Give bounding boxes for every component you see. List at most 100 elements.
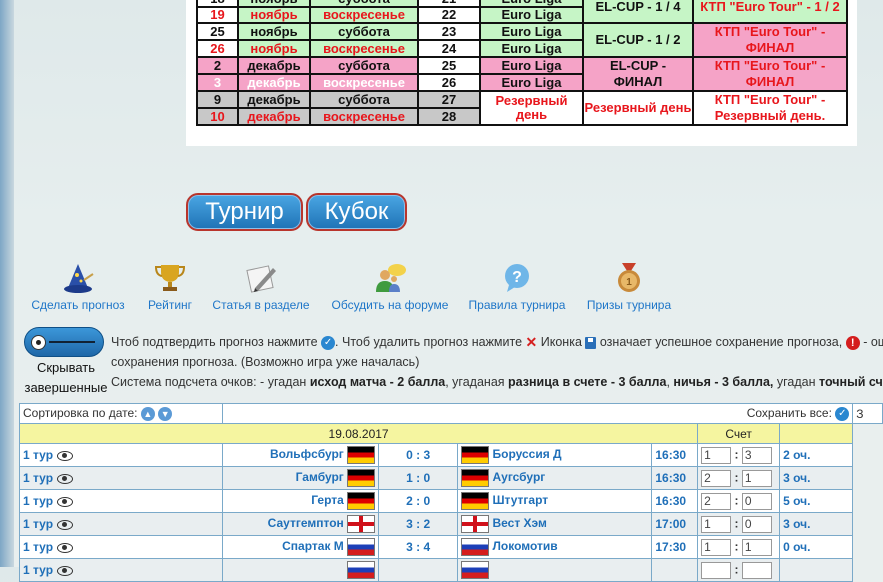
away-prediction-input[interactable]: 1 (741, 469, 772, 487)
schedule-month: ноябрь (237, 6, 311, 24)
eye-icon[interactable] (57, 565, 74, 576)
home-team[interactable]: Саутгемптон (268, 516, 344, 530)
save-all-tail: З (852, 403, 883, 424)
rules-link[interactable]: ? Правила турнира (467, 262, 567, 312)
spacer (852, 512, 883, 536)
tour-label[interactable]: 1 тур (23, 448, 53, 462)
sort-desc-icon[interactable]: ▼ (158, 406, 173, 421)
result-score: 3 : 2 (378, 512, 459, 536)
away-prediction-input[interactable] (741, 561, 772, 579)
spacer (852, 558, 883, 582)
away-team-cell: Боруссия Д (457, 443, 653, 467)
away-team-cell: Локомотив (457, 535, 653, 559)
confirm-icon: ✓ (321, 335, 336, 350)
spacer (852, 489, 883, 513)
tour-cell[interactable]: 1 тур (18, 443, 224, 467)
schedule-league: Euro Liga (479, 56, 584, 75)
schedule-league: Euro Liga (479, 22, 584, 41)
tour-cell[interactable]: 1 тур (18, 466, 224, 490)
info-text: - ош (863, 334, 883, 349)
schedule-day: 25 (196, 22, 239, 41)
schedule-row: 18ноябрьсуббота21Euro LigaEL-CUP - 1 / 4… (196, 0, 848, 24)
eye-icon[interactable] (57, 496, 74, 507)
toggle-track-line (49, 341, 95, 343)
cup-stage-cell: EL-CUP - 1 / 4 (582, 0, 694, 24)
tour-label[interactable]: 1 тур (23, 517, 53, 531)
page-edge-shade (0, 0, 14, 567)
save-all-icon[interactable]: ✓ (835, 406, 850, 421)
tour-label[interactable]: 1 тур (23, 540, 53, 554)
home-team[interactable]: Вольфсбург (270, 447, 344, 461)
error-icon: ! (845, 335, 860, 350)
eye-icon[interactable] (57, 519, 74, 530)
sort-asc-icon[interactable]: ▲ (140, 406, 155, 421)
tour-cell[interactable]: 1 тур (18, 535, 224, 559)
make-prediction-link[interactable]: Сделать прогноз (29, 262, 127, 312)
forum-link[interactable]: Обсудить на форуме (330, 262, 450, 312)
article-link[interactable]: Статья в разделе (210, 262, 312, 312)
away-prediction-input[interactable]: 0 (741, 492, 772, 510)
away-prediction-input[interactable]: 0 (741, 515, 772, 533)
match-row: 1 тур Герта 2 : 0 Штутгарт 16:30 2 : 05 оч. (18, 489, 883, 513)
match-time: 16:30 (651, 489, 699, 513)
prizes-link[interactable]: 1 Призы турнира (584, 262, 674, 312)
ktp-stage-cell: КТП "Euro Tour" - Резервный день. (692, 90, 848, 126)
home-prediction-input[interactable]: 1 (701, 538, 732, 556)
points-header (779, 423, 854, 444)
match-row: 1 тур Гамбург 1 : 0 Аугсбург 16:30 2 : 13 о… (18, 466, 883, 490)
match-time (651, 558, 699, 582)
home-prediction-input[interactable]: 1 (701, 446, 732, 464)
prediction-cell: 2 : 0 (697, 489, 781, 513)
save-icon (585, 336, 597, 349)
info-text: Иконка (540, 334, 582, 349)
tour-cell[interactable]: 1 тур (18, 489, 224, 513)
tour-label[interactable]: 1 тур (23, 471, 53, 485)
trophy-icon (152, 262, 188, 294)
rating-link[interactable]: Рейтинг (140, 262, 200, 312)
cup-button[interactable]: Кубок (306, 193, 407, 231)
away-team[interactable]: Вест Хэм (492, 516, 546, 530)
home-team-cell: Вольфсбург (222, 443, 380, 467)
sort-label: Сортировка по дате: (23, 406, 138, 421)
home-team-cell: Спартак М (222, 535, 380, 559)
schedule-weekday: воскресенье (309, 73, 419, 92)
schedule-day: 26 (196, 39, 239, 58)
home-prediction-input[interactable]: 2 (701, 492, 732, 510)
tour-label[interactable]: 1 тур (23, 494, 53, 508)
home-team-cell (222, 558, 380, 582)
eye-icon[interactable] (57, 542, 74, 553)
ktp-stage-cell: КТП "Euro Tour" - ФИНАЛ (692, 22, 848, 58)
home-team[interactable]: Гамбург (296, 470, 344, 484)
home-team[interactable]: Спартак М (282, 539, 344, 553)
tour-cell[interactable]: 1 тур (18, 512, 224, 536)
schedule-league: Euro Liga (479, 39, 584, 58)
home-prediction-input[interactable]: 2 (701, 469, 732, 487)
home-prediction-input[interactable]: 1 (701, 515, 732, 533)
hide-finished-toggle[interactable] (24, 327, 104, 357)
tournament-button[interactable]: Турнир (186, 193, 303, 231)
away-team[interactable]: Штутгарт (492, 493, 548, 507)
schedule-day: 9 (196, 90, 239, 109)
home-flag-icon (347, 515, 376, 533)
date-row: 19.08.2017 Счет (18, 423, 883, 444)
away-team[interactable]: Аугсбург (492, 470, 545, 484)
away-prediction-input[interactable]: 1 (741, 538, 772, 556)
away-team[interactable]: Боруссия Д (492, 447, 561, 461)
away-prediction-input[interactable]: 3 (741, 446, 772, 464)
schedule-league: Резервный день (479, 90, 584, 126)
eye-icon[interactable] (57, 450, 74, 461)
tour-label[interactable]: 1 тур (23, 563, 53, 577)
schedule-table: 18ноябрьсуббота21Euro LigaEL-CUP - 1 / 4… (196, 0, 848, 126)
schedule-day: 18 (196, 0, 239, 8)
match-row: 1 тур Вольфсбург 0 : 3 Боруссия Д 16:30 1 :… (18, 443, 883, 467)
tour-cell[interactable]: 1 тур (18, 558, 224, 582)
schedule-round: 23 (417, 22, 481, 41)
away-team[interactable]: Локомотив (492, 539, 557, 553)
home-team[interactable]: Герта (311, 493, 344, 507)
home-prediction-input[interactable] (701, 561, 732, 579)
eye-icon[interactable] (57, 473, 74, 484)
match-time: 16:30 (651, 443, 699, 467)
users-chat-icon (372, 262, 408, 294)
points-cell: 2 оч. (779, 443, 854, 467)
home-flag-icon (347, 538, 376, 556)
